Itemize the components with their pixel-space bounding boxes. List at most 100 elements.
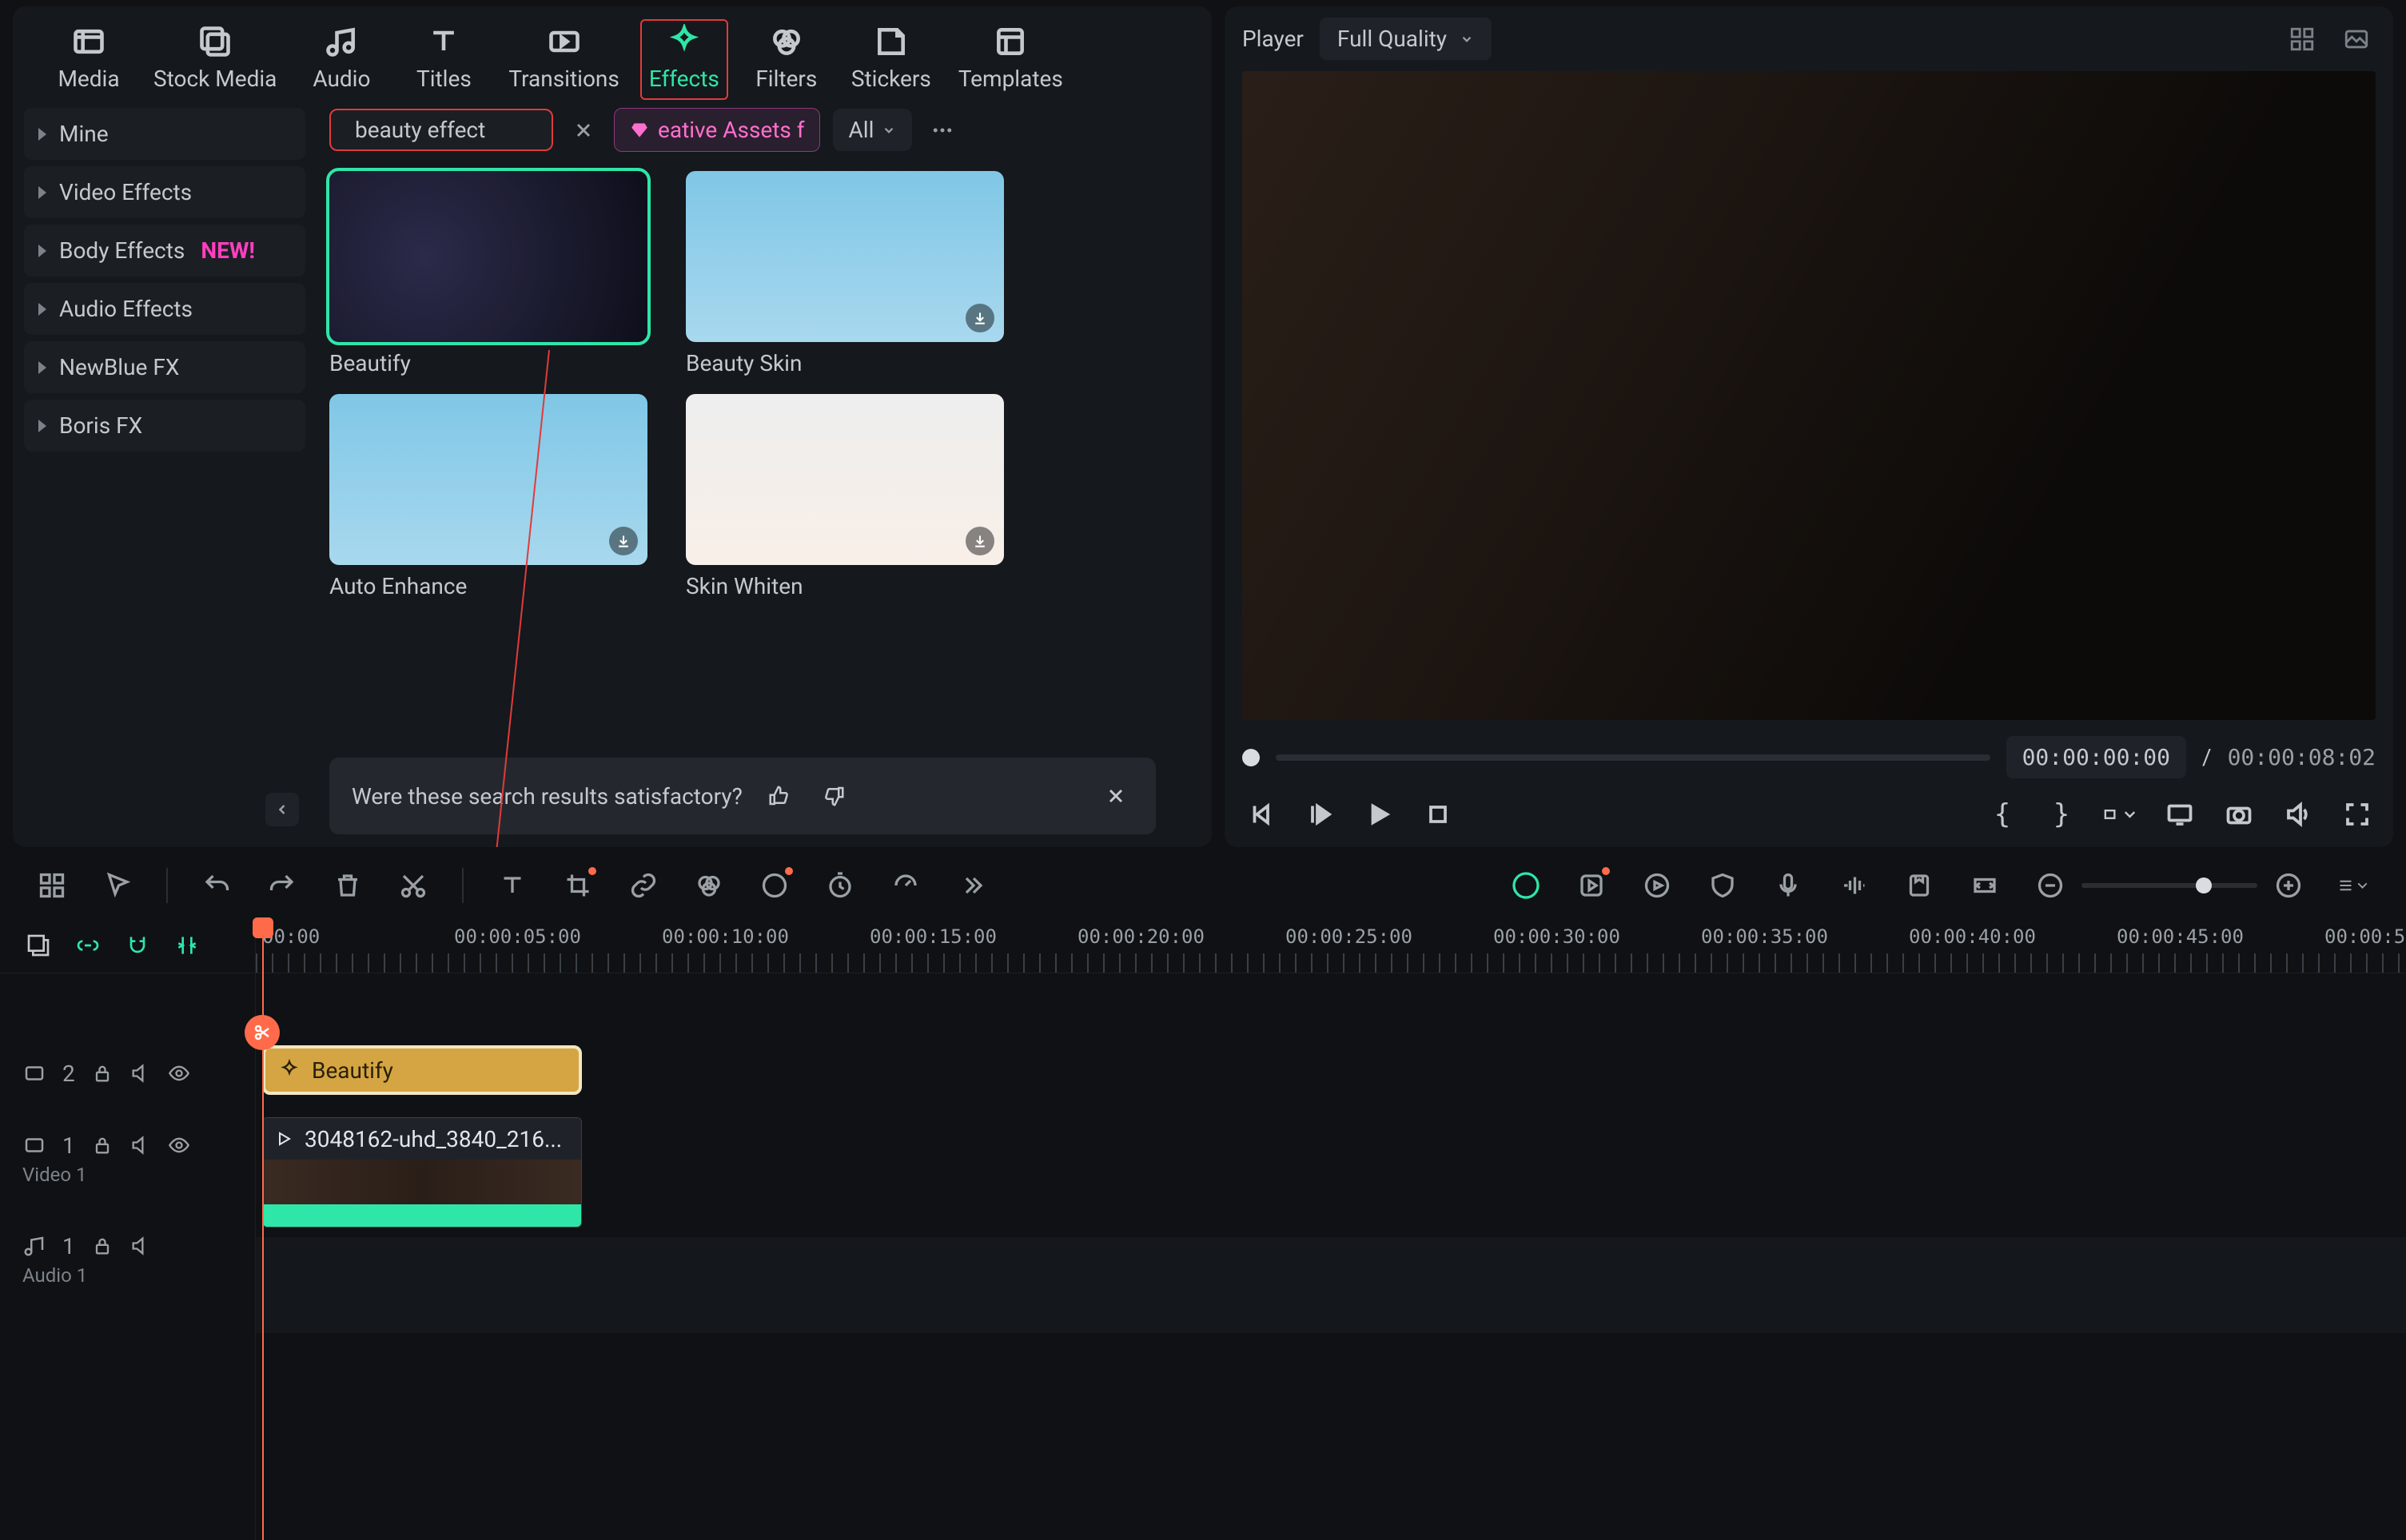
mark-out-button[interactable]: }	[2043, 796, 2080, 833]
eye-icon[interactable]	[168, 1062, 190, 1084]
add-track-button[interactable]	[22, 929, 54, 961]
prev-frame-button[interactable]	[1242, 796, 1279, 833]
sidebar-collapse-button[interactable]	[265, 793, 299, 826]
download-icon[interactable]	[966, 304, 994, 332]
search-box[interactable]	[329, 109, 553, 151]
video-viewport[interactable]	[1242, 71, 2376, 720]
sidebar-item-body-effects[interactable]: Body EffectsNEW!	[24, 225, 305, 277]
link-tracks-button[interactable]	[72, 929, 104, 961]
ripple-button[interactable]	[171, 929, 203, 961]
enhance-button[interactable]	[1575, 869, 1608, 902]
tab-stickers[interactable]: Stickers	[845, 19, 938, 100]
sidebar-item-audio-effects[interactable]: Audio Effects	[24, 283, 305, 335]
tab-effects[interactable]: Effects	[640, 19, 728, 100]
ai-assistant-button[interactable]	[1509, 869, 1543, 902]
marker-button[interactable]	[1902, 869, 1936, 902]
text-tool-button[interactable]	[496, 869, 529, 902]
timeline-tracks-area[interactable]: 00:00 00:00:05:00 00:00:10:00 00:00:15:0…	[256, 917, 2406, 1540]
mic-button[interactable]	[1771, 869, 1805, 902]
play-button[interactable]	[1360, 796, 1397, 833]
filter-all-dropdown[interactable]: All	[833, 109, 913, 151]
apps-icon[interactable]	[35, 869, 69, 902]
result-card-beautify[interactable]: Beautify	[329, 171, 647, 376]
list-view-button[interactable]	[2337, 869, 2371, 902]
thumbs-up-button[interactable]	[762, 778, 797, 814]
tab-audio[interactable]: Audio	[297, 19, 385, 100]
track-label: Video 1	[0, 1164, 255, 1186]
ai-button[interactable]	[758, 869, 791, 902]
lock-icon[interactable]	[91, 1062, 114, 1084]
fullscreen-button[interactable]	[2339, 796, 2376, 833]
color-button[interactable]	[692, 869, 726, 902]
thumbs-down-button[interactable]	[816, 778, 851, 814]
link-button[interactable]	[627, 869, 660, 902]
sidebar-item-boris-fx[interactable]: Boris FX	[24, 400, 305, 452]
undo-button[interactable]	[200, 869, 233, 902]
video-track[interactable]: 3048162-uhd_3840_216...	[256, 1109, 2406, 1237]
play-step-button[interactable]	[1301, 796, 1338, 833]
audio-track[interactable]	[256, 1237, 2406, 1333]
result-card-skin-whiten[interactable]: Skin Whiten	[686, 394, 1004, 599]
fit-button[interactable]	[1968, 869, 2002, 902]
mark-in-button[interactable]: {	[1984, 796, 2021, 833]
sidebar-item-mine[interactable]: Mine	[24, 108, 305, 160]
zoom-thumb[interactable]	[2196, 877, 2212, 893]
effect-track[interactable]: Beautify	[256, 1037, 2406, 1109]
video-clip[interactable]: 3048162-uhd_3840_216...	[262, 1117, 582, 1228]
mute-icon[interactable]	[129, 1062, 152, 1084]
zoom-in-button[interactable]	[2272, 869, 2305, 902]
layout-grid-icon[interactable]	[2283, 20, 2321, 58]
quality-dropdown[interactable]: Full Quality	[1320, 18, 1492, 60]
crop-button[interactable]	[561, 869, 595, 902]
zoom-out-button[interactable]	[2034, 869, 2067, 902]
cut-button[interactable]	[396, 869, 430, 902]
clear-search-button[interactable]	[566, 113, 601, 148]
audio-tool-button[interactable]	[1837, 869, 1870, 902]
lock-icon[interactable]	[91, 1235, 114, 1257]
timer-button[interactable]	[823, 869, 857, 902]
camera-button[interactable]	[2221, 796, 2257, 833]
download-icon[interactable]	[966, 527, 994, 555]
playhead[interactable]	[262, 917, 264, 1540]
close-feedback-button[interactable]	[1098, 778, 1133, 814]
magnet-button[interactable]	[121, 929, 153, 961]
record-button[interactable]	[1640, 869, 1674, 902]
shield-button[interactable]	[1706, 869, 1739, 902]
result-card-beauty-skin[interactable]: Beauty Skin	[686, 171, 1004, 376]
effect-track-header[interactable]: 2	[0, 1037, 255, 1109]
mute-icon[interactable]	[129, 1235, 152, 1257]
mute-icon[interactable]	[129, 1134, 152, 1156]
snapshot-icon[interactable]	[2337, 20, 2376, 58]
creative-assets-pill[interactable]: eative Assets f	[614, 108, 820, 152]
scrub-track[interactable]	[1276, 754, 1990, 761]
display-button[interactable]	[2161, 796, 2198, 833]
time-ruler[interactable]: 00:00 00:00:05:00 00:00:10:00 00:00:15:0…	[256, 917, 2406, 973]
tab-transitions[interactable]: Transitions	[502, 19, 625, 100]
sidebar-item-video-effects[interactable]: Video Effects	[24, 166, 305, 218]
chevron-down-icon	[2121, 800, 2139, 829]
tab-stock-media[interactable]: Stock Media	[147, 19, 283, 100]
redo-button[interactable]	[265, 869, 299, 902]
cursor-icon[interactable]	[101, 869, 134, 902]
volume-button[interactable]	[2280, 796, 2316, 833]
more-toolbar-button[interactable]	[954, 869, 988, 902]
eye-icon[interactable]	[168, 1134, 190, 1156]
lock-icon[interactable]	[91, 1134, 114, 1156]
effect-clip[interactable]: Beautify	[262, 1045, 582, 1095]
tab-templates[interactable]: Templates	[952, 19, 1070, 100]
sidebar-item-newblue-fx[interactable]: NewBlue FX	[24, 341, 305, 393]
speed-button[interactable]	[889, 869, 922, 902]
quality-label: Full Quality	[1337, 26, 1447, 52]
tab-filters[interactable]: Filters	[743, 19, 831, 100]
tab-media[interactable]: Media	[45, 19, 133, 100]
tab-titles[interactable]: Titles	[400, 19, 488, 100]
ratio-button[interactable]	[2102, 796, 2139, 833]
download-icon[interactable]	[609, 527, 638, 555]
scissors-icon[interactable]	[245, 1015, 280, 1050]
zoom-slider[interactable]	[2081, 883, 2257, 888]
delete-button[interactable]	[331, 869, 364, 902]
scrub-handle[interactable]	[1242, 749, 1260, 766]
result-card-auto-enhance[interactable]: Auto Enhance	[329, 394, 647, 599]
more-options-button[interactable]	[925, 113, 960, 148]
stop-button[interactable]	[1420, 796, 1456, 833]
